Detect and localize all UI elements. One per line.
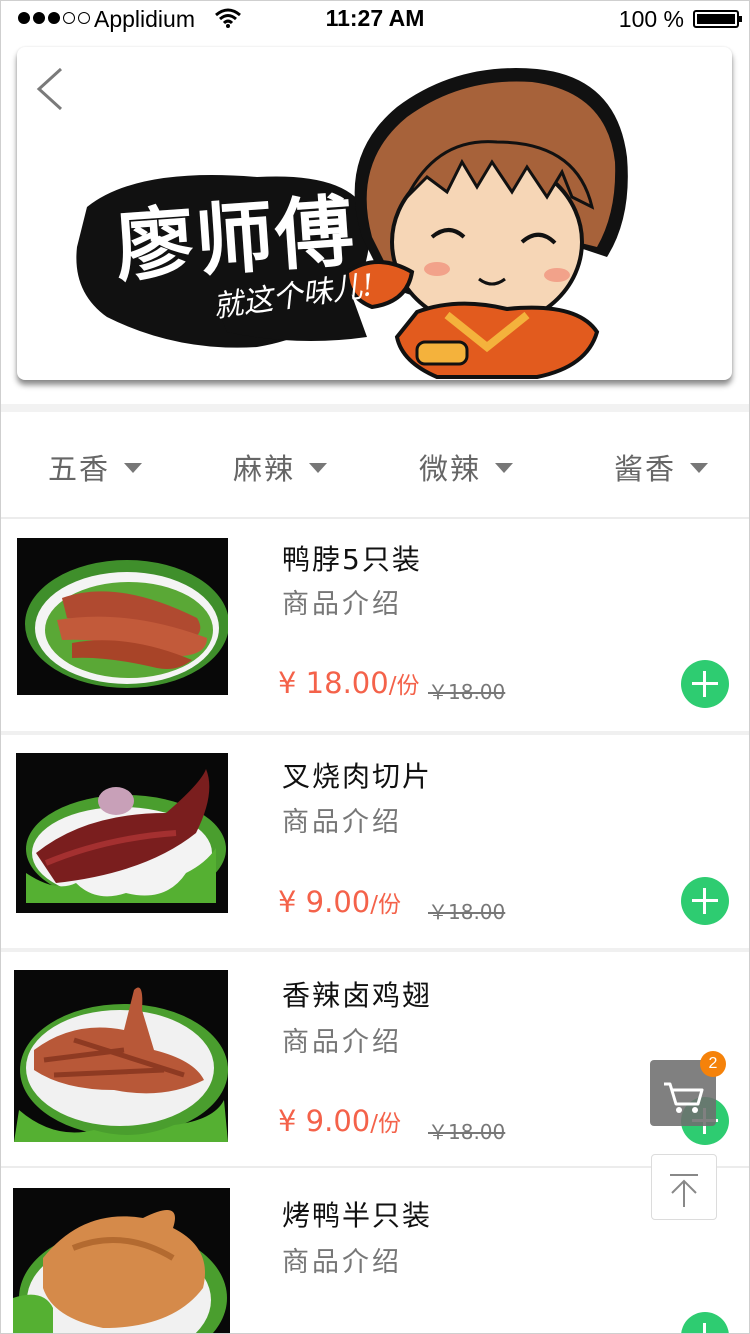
price-unit: /份 <box>388 673 420 699</box>
product-name: 叉烧肉切片 <box>282 760 433 793</box>
divider <box>0 517 750 519</box>
filter-tab-mala[interactable]: 麻辣 <box>233 446 328 488</box>
product-item[interactable]: 香辣卤鸡翅 商品介绍 ¥ 9.00/份 ￥18.00 <box>0 952 750 1165</box>
original-price: ￥18.00 <box>428 680 506 704</box>
battery-icon <box>693 10 742 28</box>
add-to-cart-button[interactable] <box>681 660 729 708</box>
product-description: 商品介绍 <box>282 807 402 838</box>
price-unit: /份 <box>370 892 401 918</box>
cart-count-badge: 2 <box>700 1051 726 1077</box>
filter-tab-wuxiang[interactable]: 五香 <box>48 446 143 488</box>
back-to-top-button[interactable] <box>651 1154 717 1220</box>
arrow-up-icon <box>670 1174 698 1207</box>
filter-tab-label: 酱香 <box>614 452 677 486</box>
product-price: ¥ 9.00/份 <box>278 885 401 919</box>
product-price: ¥ 18.00/份 <box>278 666 419 700</box>
battery-percentage: 100 % <box>618 6 684 32</box>
back-chevron-icon[interactable] <box>35 67 65 111</box>
add-to-cart-button[interactable] <box>681 1312 729 1334</box>
product-description: 商品介绍 <box>282 1027 402 1058</box>
filter-tab-label: 麻辣 <box>233 452 296 486</box>
filter-tab-weila[interactable]: 微辣 <box>419 446 514 488</box>
original-price: ￥18.00 <box>428 1120 506 1144</box>
caret-down-icon <box>690 463 709 473</box>
caret-down-icon <box>495 463 514 473</box>
price-unit: /份 <box>370 1111 401 1137</box>
original-price: ￥18.00 <box>428 900 506 924</box>
add-to-cart-button[interactable] <box>681 877 729 925</box>
product-image-duck-neck <box>17 538 228 695</box>
product-description: 商品介绍 <box>282 589 402 620</box>
section-divider <box>0 404 750 412</box>
product-image-char-siu <box>16 753 228 913</box>
price-value: ¥ 18.00 <box>278 666 389 700</box>
price-value: ¥ 9.00 <box>278 885 371 919</box>
product-image-chicken-wings <box>14 970 228 1142</box>
product-price: ¥ 9.00/份 <box>278 1104 401 1138</box>
product-name: 鸭脖5只装 <box>282 543 422 576</box>
status-bar: Applidium 11:27 AM 100 % <box>0 0 750 40</box>
caret-down-icon <box>309 463 328 473</box>
store-banner: 廖师傅 就这个味儿! <box>17 47 732 380</box>
product-item[interactable]: 烤鸭半只装 商品介绍 <box>0 1168 750 1334</box>
product-name: 香辣卤鸡翅 <box>282 979 433 1012</box>
filter-tab-jiangxiang[interactable]: 酱香 <box>614 446 709 488</box>
product-item[interactable]: 鸭脖5只装 商品介绍 ¥ 18.00/份 ￥18.00 <box>0 520 750 730</box>
filter-tab-label: 微辣 <box>419 452 482 486</box>
price-value: ¥ 9.00 <box>278 1104 371 1138</box>
product-image-roast-duck <box>13 1188 230 1334</box>
filter-tab-label: 五香 <box>48 452 111 486</box>
product-item[interactable]: 叉烧肉切片 商品介绍 ¥ 9.00/份 ￥18.00 <box>0 735 750 947</box>
product-name: 烤鸭半只装 <box>282 1199 433 1232</box>
product-description: 商品介绍 <box>282 1247 402 1278</box>
caret-down-icon <box>124 463 143 473</box>
